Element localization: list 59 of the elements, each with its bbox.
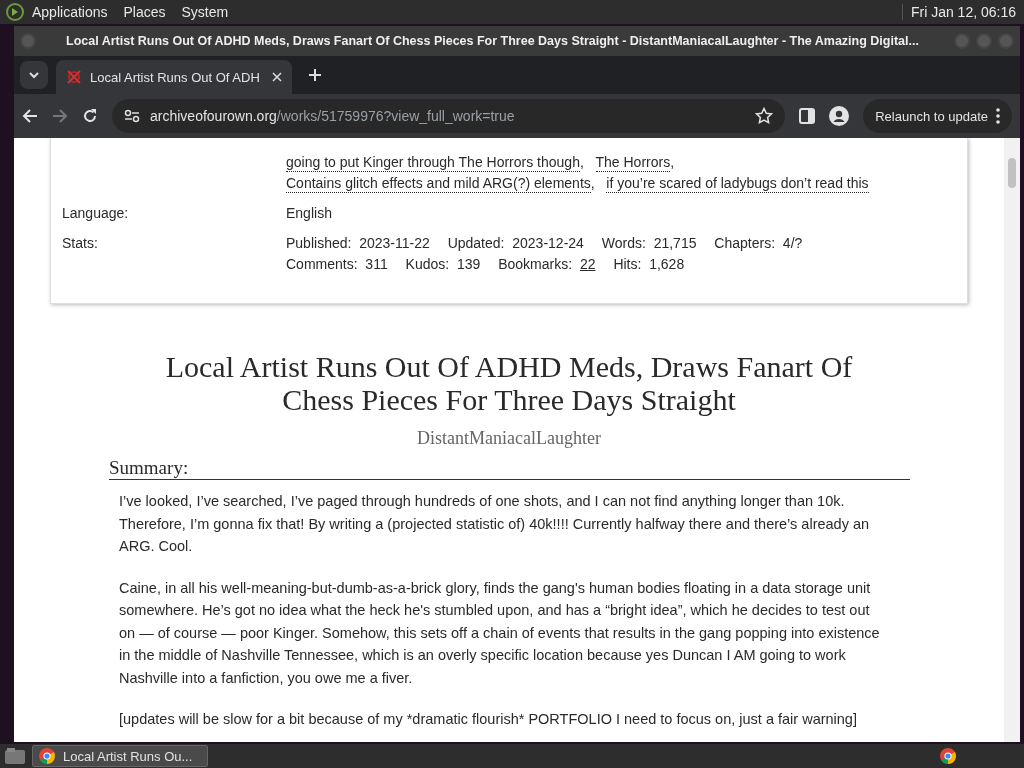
address-bar[interactable]: archiveofourown.org/works/51759976?view_full_work=true xyxy=(112,99,786,133)
stat-link[interactable]: 22 xyxy=(579,255,596,273)
side-panel-icon[interactable] xyxy=(799,108,816,124)
stat-value: 311 xyxy=(365,256,388,272)
stat-label: Updated: xyxy=(447,235,506,251)
stat-value: 4/? xyxy=(782,235,803,251)
panel-menu[interactable]: Places xyxy=(115,4,174,20)
app-menu-icon[interactable] xyxy=(6,3,24,21)
author-name: DistantManiacalLaughter xyxy=(416,428,602,449)
show-desktop-icon[interactable] xyxy=(4,747,26,765)
stat-value: 2023-11-22 xyxy=(359,235,430,251)
back-icon[interactable] xyxy=(22,108,38,124)
stat-label: Comments: xyxy=(286,256,359,272)
forward-icon[interactable] xyxy=(52,108,68,124)
stat-label: Published: xyxy=(286,235,353,251)
stat-label: Kudos: xyxy=(405,256,451,272)
stat-value: 21,715 xyxy=(653,235,697,251)
stat-label: Chapters: xyxy=(714,235,777,251)
work-title: Local Artist Runs Out Of ADHD Meds, Draws Fanart Of Chess Pieces For Three Days Straight xyxy=(164,350,854,416)
tag-separator: , xyxy=(579,154,584,170)
site-logo-icon xyxy=(66,69,82,85)
stat-label: Hits: xyxy=(613,256,643,272)
meta-label: Language: xyxy=(62,204,130,223)
window-title: Local Artist Runs Out Of ADHD Meds, Draws Fanart Of Chess Pieces For Three Days Straight - DistantManiacalLaughter - The Amazing Digital... xyxy=(65,34,920,48)
tag-link[interactable]: if you’re scared of ladybugs don’t read this xyxy=(606,174,869,193)
stat-value: 2023-12-24 xyxy=(512,235,584,251)
summary-paragraph: [updates will be slow for a bit because of my *dramatic flourish* PORTFOLIO I need to focus on, just a fair warning] xyxy=(119,710,858,729)
summary-heading: Summary: xyxy=(109,457,910,480)
star-icon[interactable] xyxy=(755,107,774,125)
site-settings-icon[interactable] xyxy=(124,109,140,123)
taskbar-button[interactable]: Local Artist Runs Ou... xyxy=(32,745,208,767)
panel-menu[interactable]: Applications xyxy=(24,4,116,20)
summary-paragraph: Caine, in all his well-meaning-but-dumb-as-a-brick glory, finds the gang's human bodies floating in a data storage unit somewhere. He’s got no idea what the heck he's stumbled upon, and has a “bright idea”, which he decides to test out on — of course — poor Kinger. Somehow, this sets off a chain of events that results in the gang popping into existence in the middle of Nashville Tennessee, which is an overly specific location because yes Duncan I AM going to work Nashville into a fanfiction, you owe me a fiver. xyxy=(119,578,881,688)
profile-icon[interactable] xyxy=(829,106,850,126)
tag-separator: , xyxy=(670,154,675,170)
tag-separator: , xyxy=(590,175,595,191)
reload-icon[interactable] xyxy=(82,108,98,124)
url-text: archiveofourown.org/works/51759976?view_full_work=true xyxy=(150,108,515,124)
chrome-launcher-icon[interactable] xyxy=(940,748,956,764)
stat-value: 1,628 xyxy=(649,256,685,272)
stat-label: Words: xyxy=(601,235,647,251)
relaunch-button[interactable]: Relaunch to update xyxy=(863,99,1012,133)
chrome-icon xyxy=(39,748,55,764)
browser-tab[interactable]: Local Artist Runs Out Of ADH xyxy=(56,60,292,94)
meta-value: English xyxy=(286,204,333,223)
caret-icon xyxy=(28,69,40,81)
more-icon[interactable] xyxy=(996,108,1000,124)
close-icon[interactable] xyxy=(272,72,282,82)
new-tab-icon[interactable] xyxy=(308,68,322,82)
tag-link[interactable]: going to put Kinger through The Horrors though xyxy=(286,153,580,172)
tab-list-button[interactable] xyxy=(20,61,48,89)
scrollbar[interactable] xyxy=(1004,138,1020,742)
stat-label: Bookmarks: xyxy=(498,256,574,272)
panel-menu[interactable]: System xyxy=(173,4,237,20)
summary-paragraph: I’ve looked, I’ve searched, I’ve paged through hundreds of one shots, and I can not find anything longer than 10k. Therefore, I’m gonna fix that! By writing a (projected statistic of) 40k!!!! Currently halfway there and there’s already an ARG. Cool. xyxy=(119,492,871,556)
meta-label: Stats: xyxy=(62,234,99,253)
tag-link[interactable]: Contains glitch effects and mild ARG(?) elements xyxy=(286,174,591,193)
clock: Fri Jan 12, 06:16 xyxy=(901,4,1016,20)
stat-value: 139 xyxy=(456,256,481,272)
